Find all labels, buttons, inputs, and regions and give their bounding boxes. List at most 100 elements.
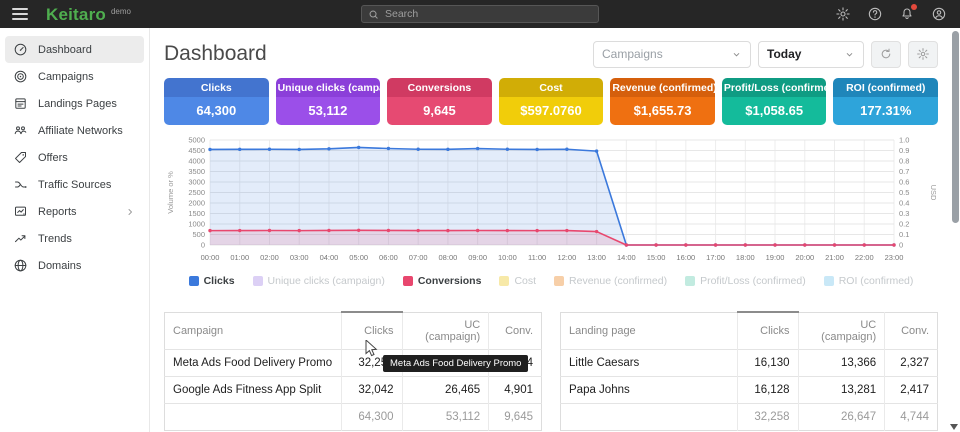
legend-item-conversions[interactable]: Conversions — [403, 275, 482, 287]
legend-item-revenue-confirmed[interactable]: Revenue (confirmed) — [554, 275, 667, 287]
tag-icon — [13, 150, 28, 165]
menu-icon[interactable] — [12, 8, 28, 20]
account-icon — [931, 6, 947, 22]
totals-row: 32,25826,6474,744 — [561, 403, 938, 430]
summary-tables: CampaignClicksUC (campaign)Conv.Meta Ads… — [164, 311, 938, 431]
sidebar-item-campaigns[interactable]: Campaigns — [5, 63, 144, 90]
legend-swatch — [189, 276, 199, 286]
column-header-uc-campaign[interactable]: UC (campaign) — [798, 312, 885, 349]
sidebar-item-label: Traffic Sources — [38, 179, 111, 191]
svg-text:500: 500 — [192, 230, 205, 239]
chart-svg: 005000.110000.215000.320000.425000.53000… — [164, 133, 938, 265]
svg-text:19:00: 19:00 — [766, 253, 785, 262]
split-icon — [13, 177, 28, 192]
row-value-cell: 2,417 — [885, 376, 938, 403]
sidebar-item-traffic-sources[interactable]: Traffic Sources — [5, 171, 144, 198]
column-header-landing-page[interactable]: Landing page — [561, 312, 738, 349]
search-input[interactable] — [385, 8, 592, 20]
svg-text:3000: 3000 — [188, 178, 205, 187]
sidebar-item-reports[interactable]: Reports — [5, 198, 144, 225]
notification-badge — [911, 4, 917, 10]
campaigns-filter-value: Campaigns — [602, 47, 663, 61]
legend-item-roi-confirmed[interactable]: ROI (confirmed) — [824, 275, 914, 287]
landing-pages-table: Landing pageClicksUC (campaign)Conv.Litt… — [560, 311, 938, 431]
sidebar-item-affiliate-networks[interactable]: Affiliate Networks — [5, 117, 144, 144]
search-icon — [368, 9, 379, 20]
settings-button[interactable] — [834, 5, 852, 23]
column-header-conv[interactable]: Conv. — [885, 312, 938, 349]
sidebar-item-label: Domains — [38, 260, 81, 272]
help-button[interactable] — [866, 5, 884, 23]
account-button[interactable] — [930, 5, 948, 23]
svg-text:12:00: 12:00 — [557, 253, 576, 262]
column-header-uc-campaign[interactable]: UC (campaign) — [402, 312, 489, 349]
metric-card-label: Clicks — [164, 78, 269, 97]
gauge-icon — [13, 42, 28, 57]
legend-item-cost[interactable]: Cost — [499, 275, 536, 287]
settings-icon — [835, 6, 851, 22]
legend-swatch — [685, 276, 695, 286]
metric-card-value: 64,300 — [164, 97, 269, 125]
column-header-clicks[interactable]: Clicks — [342, 312, 402, 349]
svg-text:4500: 4500 — [188, 146, 205, 155]
refresh-button[interactable] — [871, 41, 901, 68]
dashboard-settings-button[interactable] — [908, 41, 938, 68]
split-icon — [13, 177, 28, 192]
svg-text:06:00: 06:00 — [379, 253, 398, 262]
chart-section: 005000.110000.215000.320000.425000.53000… — [164, 133, 938, 287]
row-value-cell: 16,130 — [738, 349, 798, 376]
sidebar-item-trends[interactable]: Trends — [5, 225, 144, 252]
chevron-down-icon — [836, 49, 855, 60]
scrollbar-thumb[interactable] — [952, 31, 959, 223]
metric-card-cost: Cost$597.0760 — [499, 78, 604, 125]
scroll-down-arrow-icon[interactable] — [950, 424, 958, 430]
topbar-actions — [834, 5, 948, 23]
total-cell: 53,112 — [402, 403, 489, 430]
legend-item-unique-clicks-campaign[interactable]: Unique clicks (campaign) — [253, 275, 385, 287]
legend-swatch — [554, 276, 564, 286]
svg-text:0: 0 — [899, 241, 903, 250]
metric-card-value: $1,058.65 — [722, 97, 827, 125]
metric-cards: Clicks64,300Unique clicks (campaign)53,1… — [164, 78, 938, 125]
pages-icon — [13, 96, 28, 111]
total-cell: 32,258 — [738, 403, 798, 430]
campaigns-filter-select[interactable]: Campaigns — [593, 41, 751, 68]
legend-swatch — [824, 276, 834, 286]
metric-card-profit-loss-confirmed: Profit/Loss (confirmed)$1,058.65 — [722, 78, 827, 125]
svg-text:22:00: 22:00 — [855, 253, 874, 262]
notifications-button[interactable] — [898, 5, 916, 23]
column-header-campaign[interactable]: Campaign — [165, 312, 342, 349]
column-header-clicks[interactable]: Clicks — [738, 312, 798, 349]
date-range-select[interactable]: Today — [758, 41, 864, 68]
chevron-down-icon — [723, 49, 742, 60]
date-range-value: Today — [767, 47, 801, 61]
svg-text:01:00: 01:00 — [230, 253, 249, 262]
svg-text:16:00: 16:00 — [676, 253, 695, 262]
legend-item-profit-loss-confirmed[interactable]: Profit/Loss (confirmed) — [685, 275, 806, 287]
sidebar-item-offers[interactable]: Offers — [5, 144, 144, 171]
table-row[interactable]: Google Ads Fitness App Split32,04226,465… — [165, 376, 542, 403]
svg-text:08:00: 08:00 — [439, 253, 458, 262]
column-header-conv[interactable]: Conv. — [489, 312, 542, 349]
sidebar-item-domains[interactable]: Domains — [5, 252, 144, 279]
total-cell: 9,645 — [489, 403, 542, 430]
chart-legend: Clicks Unique clicks (campaign) Conversion… — [164, 275, 938, 287]
sidebar-item-label: Dashboard — [38, 44, 92, 56]
table-row[interactable]: Little Caesars16,13013,3662,327 — [561, 349, 938, 376]
total-cell — [165, 403, 342, 430]
svg-text:09:00: 09:00 — [468, 253, 487, 262]
legend-item-clicks[interactable]: Clicks — [189, 275, 235, 287]
sidebar-item-landings-pages[interactable]: Landings Pages — [5, 90, 144, 117]
sidebar-item-dashboard[interactable]: Dashboard — [5, 36, 144, 63]
metric-card-label: Profit/Loss (confirmed) — [722, 78, 827, 97]
metric-card-value: 177.31% — [833, 97, 938, 125]
table-row[interactable]: Papa Johns16,12813,2812,417 — [561, 376, 938, 403]
svg-text:2000: 2000 — [188, 199, 205, 208]
metric-card-clicks: Clicks64,300 — [164, 78, 269, 125]
svg-text:13:00: 13:00 — [587, 253, 606, 262]
trend-icon — [13, 231, 28, 246]
search-box[interactable] — [361, 5, 599, 23]
svg-text:11:00: 11:00 — [528, 253, 546, 262]
metric-card-label: Unique clicks (campaign) — [276, 78, 381, 97]
svg-text:14:00: 14:00 — [617, 253, 636, 262]
